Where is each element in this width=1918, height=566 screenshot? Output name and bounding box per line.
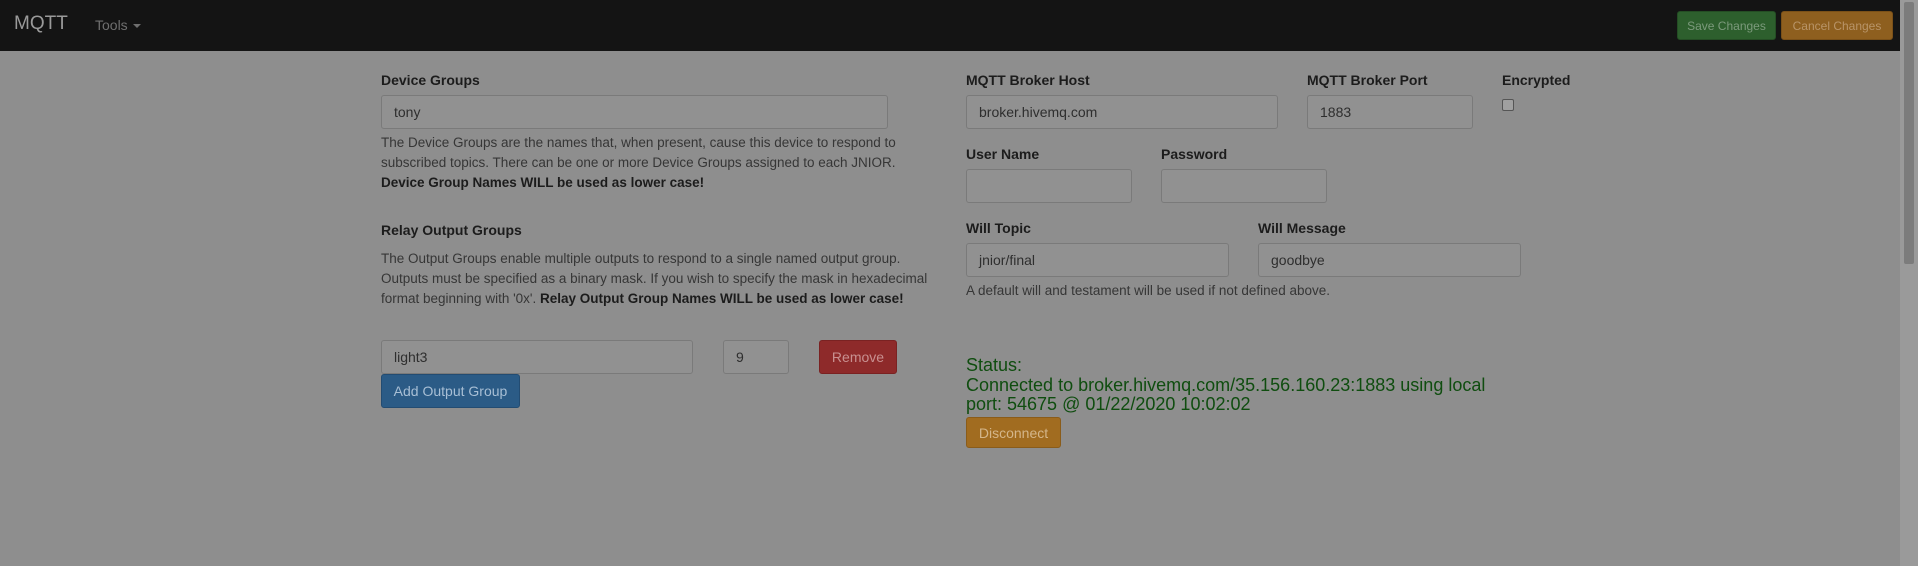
device-groups-help-text: The Device Groups are the names that, wh… (381, 135, 896, 170)
relay-output-groups-label: Relay Output Groups (381, 222, 522, 238)
output-group-mask-input[interactable]: 9 (723, 340, 789, 374)
device-groups-help: The Device Groups are the names that, wh… (381, 133, 901, 193)
brand-title[interactable]: MQTT (14, 13, 68, 35)
relay-output-groups-help-bold: Relay Output Group Names WILL be used as… (540, 291, 904, 306)
username-label: User Name (966, 146, 1040, 162)
relay-output-groups-help: The Output Groups enable multiple output… (381, 249, 941, 309)
device-groups-label: Device Groups (381, 72, 480, 88)
tools-menu[interactable]: Tools (95, 17, 141, 33)
will-topic-label: Will Topic (966, 220, 1031, 236)
tools-menu-label: Tools (95, 17, 128, 33)
output-group-name-input[interactable]: light3 (381, 340, 693, 374)
scrollbar-thumb[interactable] (1904, 2, 1914, 264)
remove-output-group-button[interactable]: Remove (819, 340, 897, 374)
cancel-changes-button[interactable]: Cancel Changes (1781, 11, 1893, 40)
username-input[interactable] (966, 169, 1132, 203)
password-input[interactable] (1161, 169, 1327, 203)
broker-port-input[interactable]: 1883 (1307, 95, 1473, 129)
broker-port-label: MQTT Broker Port (1307, 72, 1428, 88)
encrypted-label: Encrypted (1502, 72, 1571, 88)
caret-down-icon (132, 24, 141, 29)
broker-host-input[interactable]: broker.hivemq.com (966, 95, 1278, 129)
status-heading: Status: (966, 355, 1023, 375)
encrypted-checkbox[interactable] (1502, 99, 1514, 111)
will-message-label: Will Message (1258, 220, 1346, 236)
device-groups-help-bold: Device Group Names WILL be used as lower… (381, 175, 705, 190)
top-navbar: MQTT Tools Save Changes Cancel Changes (0, 0, 1900, 51)
page-scrollbar[interactable] (1900, 0, 1918, 566)
password-label: Password (1161, 146, 1228, 162)
add-output-group-button[interactable]: Add Output Group (381, 374, 520, 408)
status-message: Connected to broker.hivemq.com/35.156.16… (966, 374, 1486, 414)
device-groups-input[interactable]: tony (381, 95, 888, 129)
connection-status: Status: Connected to broker.hivemq.com/3… (966, 355, 1506, 415)
will-help-text: A default will and testament will be use… (966, 283, 1330, 298)
will-topic-input[interactable]: jnior/final (966, 243, 1229, 277)
broker-host-label: MQTT Broker Host (966, 72, 1090, 88)
disconnect-button[interactable]: Disconnect (966, 417, 1061, 448)
save-changes-button[interactable]: Save Changes (1677, 11, 1776, 40)
will-message-input[interactable]: goodbye (1258, 243, 1521, 277)
